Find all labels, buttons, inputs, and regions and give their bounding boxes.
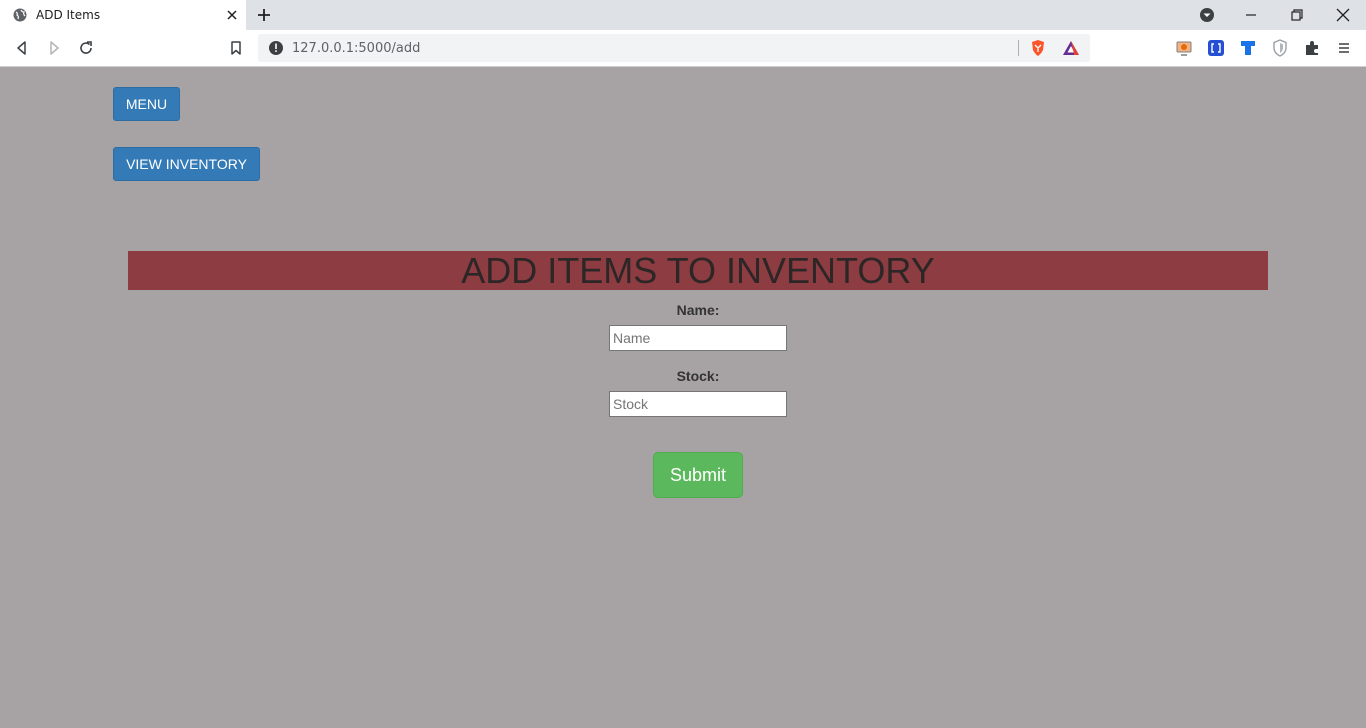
extension-bracket-icon[interactable] xyxy=(1207,39,1225,57)
browser-toolbar: 127.0.0.1:5000/add xyxy=(0,30,1366,67)
menu-button[interactable]: MENU xyxy=(113,87,180,121)
tab-strip: ADD Items xyxy=(0,0,1366,30)
close-window-icon[interactable] xyxy=(1333,5,1353,25)
brave-shields-icon[interactable] xyxy=(1029,39,1047,57)
close-tab-icon[interactable] xyxy=(224,7,240,23)
brave-rewards-icon[interactable] xyxy=(1062,39,1080,57)
name-input[interactable] xyxy=(609,325,787,351)
stock-label: Stock: xyxy=(676,368,720,384)
reload-icon[interactable] xyxy=(77,39,95,57)
name-label: Name: xyxy=(676,302,720,318)
url-text[interactable]: 127.0.0.1:5000/add xyxy=(292,41,420,56)
omnibox-divider xyxy=(1018,40,1019,56)
forward-icon[interactable] xyxy=(45,39,63,57)
extension-shield-blue-icon[interactable] xyxy=(1239,39,1257,57)
page-title: ADD ITEMS TO INVENTORY xyxy=(461,250,935,291)
back-icon[interactable] xyxy=(13,39,31,57)
address-bar[interactable]: 127.0.0.1:5000/add xyxy=(258,34,1090,62)
extension-screen-icon[interactable] xyxy=(1175,39,1193,57)
minimize-icon[interactable] xyxy=(1241,5,1261,25)
new-tab-icon[interactable] xyxy=(255,6,273,24)
site-info-icon[interactable] xyxy=(268,40,284,56)
tab-search-icon[interactable] xyxy=(1197,5,1217,25)
stock-input[interactable] xyxy=(609,391,787,417)
tab-title: ADD Items xyxy=(36,8,101,22)
restore-icon[interactable] xyxy=(1287,5,1307,25)
heading-banner: ADD ITEMS TO INVENTORY xyxy=(128,251,1268,290)
extension-shield-gray-icon[interactable] xyxy=(1271,39,1289,57)
menu-icon[interactable] xyxy=(1335,39,1353,57)
browser-tab[interactable]: ADD Items xyxy=(0,0,246,30)
submit-button[interactable]: Submit xyxy=(653,452,743,498)
puzzle-icon[interactable] xyxy=(1303,39,1321,57)
globe-icon xyxy=(13,8,27,22)
bookmark-icon[interactable] xyxy=(227,39,245,57)
view-inventory-button[interactable]: VIEW INVENTORY xyxy=(113,147,260,181)
